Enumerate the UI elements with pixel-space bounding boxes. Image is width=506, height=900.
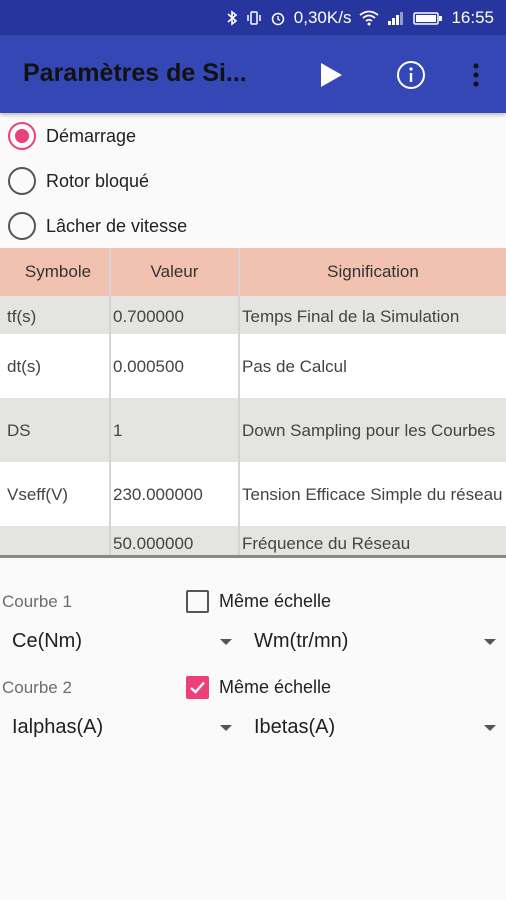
radio-label: Rotor bloqué bbox=[46, 170, 150, 191]
cell-meaning: Fréquence du Réseau bbox=[242, 534, 411, 553]
cell-value[interactable]: 1 bbox=[111, 398, 240, 462]
column-header-signification: Signification bbox=[327, 262, 419, 281]
select-value: Ce(Nm) bbox=[12, 629, 82, 652]
app-bar: Paramètres de Si... bbox=[0, 35, 506, 113]
parameter-table[interactable]: Symbole Valeur Signification tf(s) 0.700… bbox=[0, 248, 506, 558]
checkmark-icon bbox=[190, 681, 205, 694]
clock: 16:55 bbox=[451, 7, 494, 27]
info-button[interactable] bbox=[391, 55, 431, 95]
cell-symbol bbox=[0, 526, 111, 555]
curve1-label: Courbe 1 bbox=[2, 592, 72, 611]
table-row[interactable]: dt(s) 0.000500 Pas de Calcul bbox=[0, 334, 506, 398]
table-body: tf(s) 0.700000 Temps Final de la Simulat… bbox=[0, 270, 506, 555]
table-row[interactable]: DS 1 Down Sampling pour les Courbes bbox=[0, 398, 506, 462]
curve2-label: Courbe 2 bbox=[2, 678, 72, 697]
radio-button-checked[interactable] bbox=[8, 122, 36, 150]
curve1-left-select[interactable]: Ce(Nm) bbox=[12, 621, 242, 661]
curve2-same-scale-checkbox[interactable] bbox=[186, 676, 209, 699]
table-header: Symbole Valeur Signification bbox=[0, 248, 506, 296]
radio-lacher-de-vitesse[interactable]: Lâcher de vitesse bbox=[8, 206, 187, 246]
cell-meaning: Pas de Calcul bbox=[242, 356, 347, 376]
battery-icon bbox=[413, 10, 443, 26]
table-row[interactable]: 50.000000 Fréquence du Réseau bbox=[0, 526, 506, 555]
select-value: Wm(tr/mn) bbox=[254, 629, 349, 652]
radio-rotor-bloque[interactable]: Rotor bloqué bbox=[8, 161, 149, 201]
chevron-down-icon bbox=[484, 725, 496, 731]
curve1-right-select[interactable]: Wm(tr/mn) bbox=[254, 621, 498, 661]
radio-button[interactable] bbox=[8, 212, 36, 240]
cell-symbol: dt(s) bbox=[0, 334, 111, 398]
chevron-down-icon bbox=[484, 639, 496, 645]
page-title: Paramètres de Si... bbox=[23, 59, 247, 87]
radio-demarrage[interactable]: Démarrage bbox=[8, 116, 136, 156]
radio-button[interactable] bbox=[8, 167, 36, 195]
cell-value[interactable]: 0.000500 bbox=[111, 334, 240, 398]
curve2-right-select[interactable]: Ibetas(A) bbox=[254, 707, 498, 747]
cell-symbol: Vseff(V) bbox=[0, 462, 111, 526]
wifi-icon bbox=[359, 10, 380, 26]
radio-label: Démarrage bbox=[46, 125, 137, 146]
curve2-left-select[interactable]: Ialphas(A) bbox=[12, 707, 242, 747]
cell-meaning: Down Sampling pour les Courbes bbox=[242, 420, 496, 440]
info-icon bbox=[397, 61, 425, 89]
curve1-same-scale-checkbox[interactable] bbox=[186, 590, 209, 613]
play-button[interactable] bbox=[311, 55, 351, 95]
column-header-valeur: Valeur bbox=[111, 248, 240, 296]
play-icon bbox=[321, 63, 342, 87]
radio-label: Lâcher de vitesse bbox=[46, 215, 188, 236]
overflow-menu-button[interactable] bbox=[456, 55, 496, 95]
chevron-down-icon bbox=[220, 639, 232, 645]
chevron-down-icon bbox=[220, 725, 232, 731]
alarm-icon bbox=[270, 10, 286, 26]
vibrate-icon bbox=[246, 10, 262, 26]
signal-icon bbox=[387, 10, 405, 26]
overflow-menu-icon bbox=[473, 63, 479, 87]
select-value: Ialphas(A) bbox=[12, 715, 104, 738]
curve2-same-scale-label: Même échelle bbox=[219, 677, 332, 697]
status-bar: 0,30K/s 16:55 bbox=[0, 0, 506, 35]
network-speed: 0,30K/s bbox=[293, 7, 352, 27]
cell-value[interactable]: 230.000000 bbox=[111, 462, 240, 526]
table-row[interactable]: Vseff(V) 230.000000 Tension Efficace Sim… bbox=[0, 462, 506, 526]
column-header-symbole: Symbole bbox=[0, 248, 111, 296]
cell-value[interactable]: 50.000000 bbox=[111, 526, 240, 555]
cell-symbol: DS bbox=[0, 398, 111, 462]
curve1-same-scale-label: Même échelle bbox=[219, 591, 332, 611]
select-value: Ibetas(A) bbox=[254, 715, 336, 738]
cell-meaning: Tension Efficace Simple du réseau bbox=[242, 484, 503, 504]
bluetooth-icon bbox=[226, 9, 238, 26]
